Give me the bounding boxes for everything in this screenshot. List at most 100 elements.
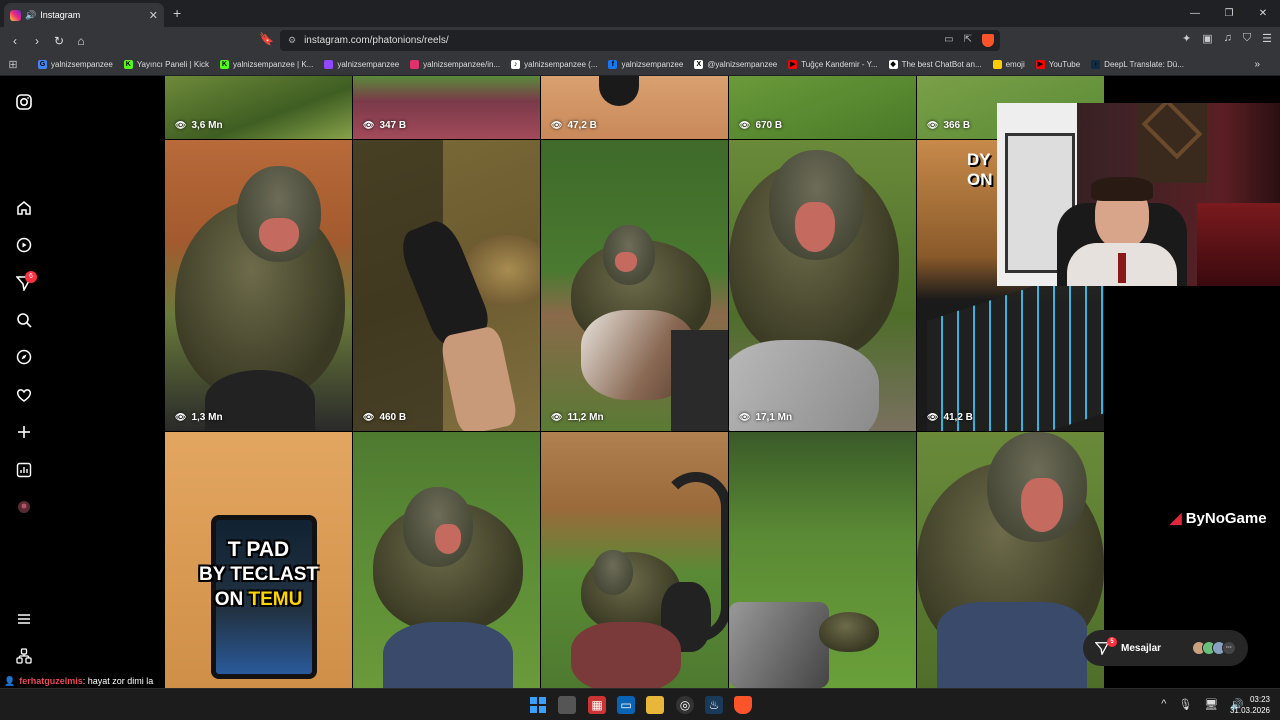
instagram-logo-icon[interactable] (14, 92, 34, 112)
start-icon[interactable] (529, 696, 547, 714)
chat-user-icon: 👤 (4, 675, 16, 686)
reel-tile[interactable]: 👁 17,1 Mn (729, 140, 916, 431)
reel-tile[interactable]: T PAD BY TECLAST ON TEMU (165, 432, 352, 688)
eye-icon: 👁 (175, 120, 187, 130)
bookmark-label: emoji (1005, 60, 1025, 69)
eye-icon: 👁 (927, 412, 939, 422)
media-icon[interactable]: ♫ (1224, 32, 1232, 45)
vpn-icon[interactable]: ⛉ (1243, 32, 1251, 45)
back-icon[interactable]: ‹ (5, 31, 25, 51)
bookmark-item[interactable]: ▶ YouTube (1035, 60, 1080, 69)
speaker-icon[interactable]: 🔊 (25, 10, 36, 21)
menu-icon[interactable]: ☰ (1262, 32, 1272, 45)
view-count: 460 B (379, 412, 407, 423)
file-explorer-icon[interactable] (646, 696, 664, 714)
bookmark-favicon-icon: ♪ (511, 60, 521, 69)
bynogame-watermark: ◢ ByNoGame (1170, 510, 1267, 527)
taskbar-clock[interactable]: 03:23 31.03.2026 (1230, 694, 1270, 716)
task-view-icon[interactable] (558, 696, 576, 714)
reel-tile[interactable]: 👁 47,2 B (541, 76, 728, 139)
tab-instagram[interactable]: 🔊 Instagram ✕ (4, 3, 164, 27)
steam-icon[interactable]: ♨ (705, 696, 723, 714)
reel-tile[interactable]: 👁 460 B (353, 140, 540, 431)
view-count: 11,2 Mn (567, 412, 604, 423)
reel-tile[interactable] (353, 432, 540, 688)
close-window-icon[interactable]: ✕ (1246, 0, 1280, 27)
bookmark-favicon-icon: ▶ (1035, 60, 1045, 69)
reel-tile[interactable]: 👁 3,6 Mn (165, 76, 352, 139)
brave-browser-icon[interactable] (734, 696, 752, 714)
bookmark-item[interactable]: emoji (992, 60, 1025, 69)
tab-title: Instagram (40, 10, 81, 20)
site-info-icon[interactable]: ⚙ (288, 35, 296, 46)
messages-label: Mesajlar (1121, 642, 1162, 654)
bookmark-item[interactable]: Kyalnizsempanzee | K... (220, 60, 313, 69)
photos-icon[interactable]: ▭ (617, 696, 635, 714)
reload-icon[interactable]: ↻ (49, 31, 69, 51)
messages-button[interactable]: 5 Mesajlar ··· (1083, 630, 1248, 666)
messages-count-badge: 5 (1107, 637, 1117, 647)
bookmark-item[interactable]: f yalnizsempanzee (608, 60, 683, 69)
reel-tile[interactable]: 👁 347 B (353, 76, 540, 139)
url-text: instagram.com/phatonions/reels/ (304, 35, 449, 46)
home-nav-icon[interactable] (14, 198, 34, 218)
microphone-icon[interactable]: 🎙 (1178, 698, 1192, 711)
more-bookmarks-icon[interactable]: » (1254, 59, 1260, 70)
also-from-meta-icon[interactable] (14, 646, 34, 666)
new-tab-icon[interactable]: + (173, 5, 181, 21)
bookmark-item[interactable]: ♪ yalnizsempanzee (... (511, 60, 597, 69)
bookmark-favicon-icon (324, 60, 334, 69)
bookmark-item[interactable]: ▶ Tuğçe Kandemir - Y... (788, 60, 878, 69)
reel-tile[interactable] (729, 432, 916, 688)
apps-grid-icon[interactable]: ⊞ (0, 58, 26, 71)
reel-tile[interactable] (541, 432, 728, 688)
profile-avatar-icon[interactable] (14, 497, 34, 517)
bookmark-item[interactable]: Gyalnizsempanzee (38, 60, 113, 69)
forward-icon[interactable]: › (27, 31, 47, 51)
notifications-heart-icon[interactable] (14, 385, 34, 405)
bookmark-label: DeepL Translate: Dü... (1104, 60, 1184, 69)
network-icon[interactable]: 🖥 (1204, 698, 1218, 711)
reel-tile[interactable]: 👁 11,2 Mn (541, 140, 728, 431)
app-icon[interactable]: ▦ (588, 696, 606, 714)
dashboard-icon[interactable] (14, 460, 34, 480)
bookmark-favicon-icon: X (694, 60, 704, 69)
cast-icon[interactable]: ▭ (944, 34, 953, 47)
bookmark-favicon-icon: G (38, 60, 47, 69)
bookmark-item[interactable]: K Yayıncı Paneli | Kick (123, 60, 209, 69)
minimize-icon[interactable]: — (1178, 0, 1212, 27)
bookmark-item[interactable]: ◆ The best ChatBot an... (888, 60, 982, 69)
reels-nav-icon[interactable] (14, 235, 34, 255)
eye-icon: 👁 (927, 120, 939, 130)
bookmark-label: yalnizsempanzee/in... (423, 60, 501, 69)
close-tab-icon[interactable]: ✕ (149, 9, 158, 22)
bookmark-item[interactable]: X @yalnizsempanzee (694, 60, 777, 69)
address-bar[interactable]: ⚙ instagram.com/phatonions/reels/ ▭ ⇱ (280, 30, 1000, 51)
reel-tile[interactable]: 👁 670 B (729, 76, 916, 139)
bookmark-item[interactable]: › DeepL Translate: Dü... (1091, 60, 1184, 69)
tray-overflow-icon[interactable]: ^ (1161, 698, 1166, 711)
promo-line-1: T PAD (227, 538, 290, 561)
explore-nav-icon[interactable] (14, 347, 34, 367)
obs-icon[interactable]: ◎ (676, 696, 694, 714)
promo-line-2: BY TECLAST (199, 564, 318, 585)
reel-tile[interactable] (917, 432, 1104, 688)
reel-tile[interactable]: 👁 1,3 Mn (165, 140, 352, 431)
extensions-icon[interactable]: ✦ (1182, 32, 1191, 45)
bookmark-icon[interactable]: 🔖 (259, 32, 274, 46)
bookmark-label: Tuğçe Kandemir - Y... (801, 60, 878, 69)
sidebar-toggle-icon[interactable]: ▣ (1202, 32, 1212, 45)
reel-overlay-text: DY ON (967, 150, 993, 189)
bookmark-item[interactable]: yalnizsempanzee (324, 60, 399, 69)
eye-icon: 👁 (739, 412, 751, 422)
eye-icon: 👁 (739, 120, 751, 130)
more-menu-icon[interactable] (14, 609, 34, 629)
restore-icon[interactable]: ❐ (1212, 0, 1246, 27)
bookmark-item[interactable]: yalnizsempanzee/in... (410, 60, 500, 69)
share-icon[interactable]: ⇱ (964, 34, 972, 47)
home-icon[interactable]: ⌂ (71, 31, 91, 51)
eye-icon: 👁 (551, 120, 563, 130)
search-nav-icon[interactable] (14, 310, 34, 330)
brave-shields-icon[interactable] (982, 34, 994, 47)
create-plus-icon[interactable] (14, 422, 34, 442)
